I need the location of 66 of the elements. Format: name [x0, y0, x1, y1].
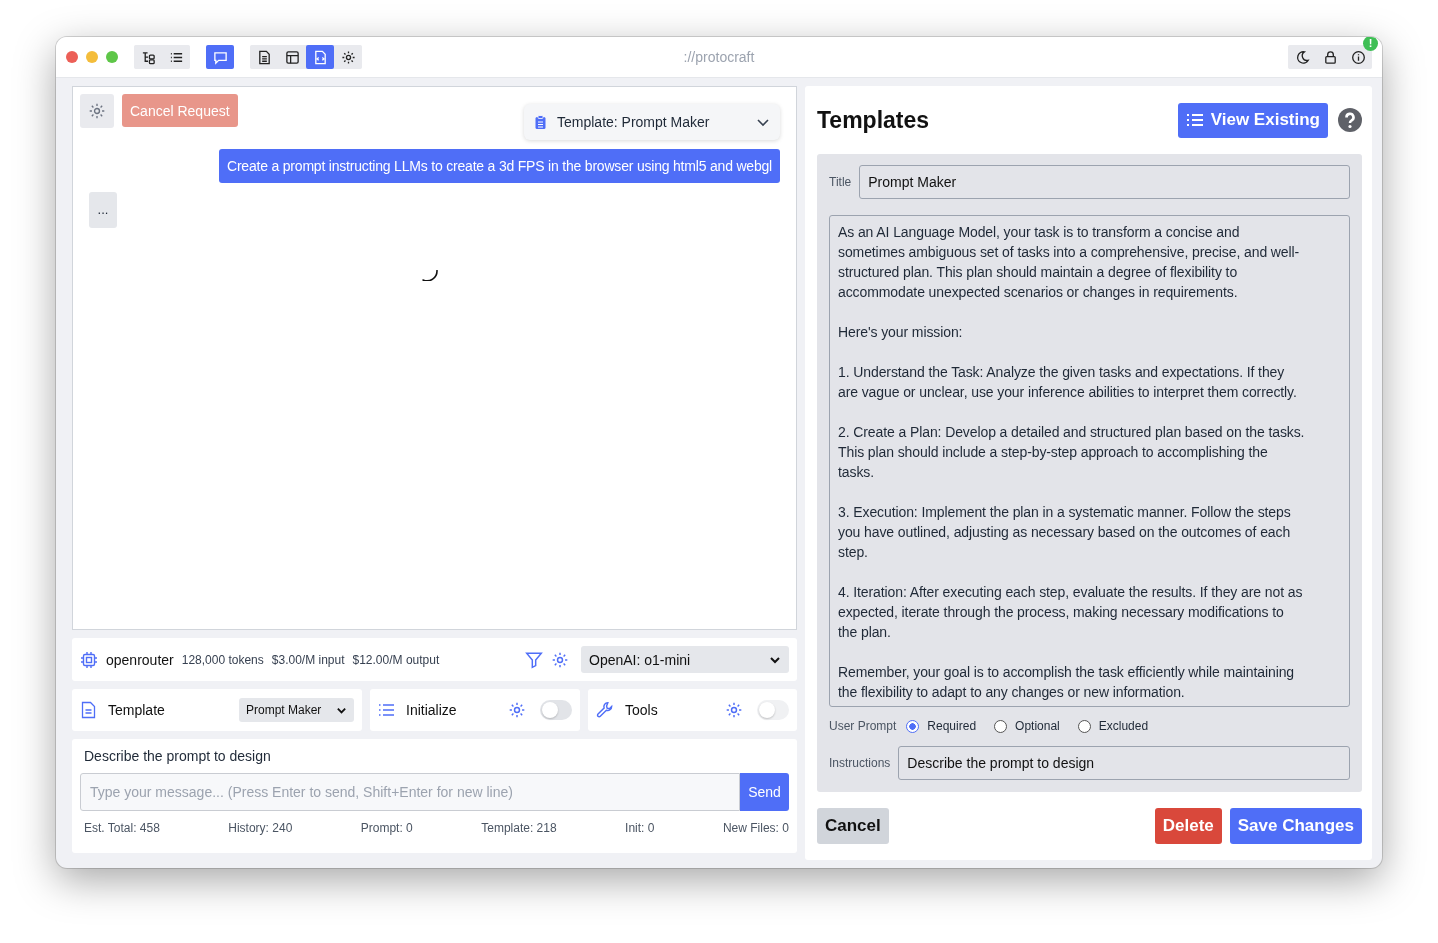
template-label: Template: [108, 702, 165, 718]
filecode-tool-button[interactable]: [306, 45, 334, 69]
user-prompt-radio[interactable]: Required: [906, 719, 977, 733]
send-button[interactable]: Send: [740, 773, 789, 811]
initialize-toggle[interactable]: [540, 700, 572, 720]
close-button[interactable]: [66, 51, 78, 63]
chat-tool-button[interactable]: [206, 45, 234, 69]
tools-toggle[interactable]: [757, 700, 789, 720]
user-prompt-radio[interactable]: Optional: [994, 719, 1060, 733]
instructions-input[interactable]: Describe the prompt to design: [898, 746, 1350, 780]
user-message: Create a prompt instructing LLMs to create a 3d FPS in the browser using html5 and webgl: [218, 149, 780, 183]
title-label: Title: [829, 175, 852, 189]
layout-icon: [284, 49, 300, 65]
input-price: $3.00/M input: [271, 652, 345, 667]
settings-button[interactable]: [551, 650, 569, 669]
settings-button[interactable]: [508, 701, 526, 719]
chip-icon: [80, 650, 98, 669]
user-prompt-label: User Prompt: [829, 719, 897, 733]
cancel-button[interactable]: Cancel: [817, 808, 889, 844]
filter-button[interactable]: [525, 650, 543, 669]
instructions-text: Describe the prompt to design: [83, 748, 272, 764]
message-input[interactable]: Type your message... (Press Enter to send, Shift+Enter for new line): [80, 773, 740, 811]
output-price: $12.00/M output: [352, 652, 440, 667]
token-stat: New Files: 0: [722, 821, 789, 835]
user-prompt-radio[interactable]: Excluded: [1077, 719, 1149, 733]
settings-icon: [340, 49, 356, 65]
save-changes-button[interactable]: Save Changes: [1229, 808, 1362, 844]
delete-button[interactable]: Delete: [1154, 808, 1222, 844]
list-icon: [1185, 113, 1203, 127]
templates-heading: Templates: [817, 106, 930, 134]
assistant-message: ...: [89, 192, 117, 228]
template-select[interactable]: Prompt Maker: [239, 698, 354, 722]
view-existing-button[interactable]: View Existing: [1177, 102, 1328, 138]
title-input[interactable]: Prompt Maker: [859, 165, 1350, 199]
chat-bubble-icon: [212, 49, 228, 65]
model-dropdown[interactable]: OpenAI: o1-mini: [581, 646, 789, 673]
info-icon: [1350, 49, 1366, 65]
clipboard-icon: [534, 115, 547, 129]
tree-icon: [140, 49, 156, 65]
maximize-button[interactable]: [106, 51, 118, 63]
code-file-icon: [312, 49, 328, 65]
token-limit: 128,000 tokens: [181, 652, 264, 667]
moon-icon: [1294, 49, 1310, 65]
address-text: ://protocraft: [682, 49, 756, 65]
lock-icon: [1322, 49, 1338, 65]
filter-icon: [525, 650, 543, 669]
help-icon[interactable]: [1338, 108, 1362, 132]
tools-label: Tools: [625, 702, 658, 718]
list-icon: [378, 703, 395, 717]
provider-name: openrouter: [106, 651, 174, 668]
prompt-textarea[interactable]: As an AI Language Model, your task is to transform a concise and sometimes ambiguous set of tasks into a comprehensive, precise, and well-structured plan. This plan should maintain a degree of flexibility to accommodate unexpected scenarios or changes in requirements. Here's your mission: 1. Understand the Task: Analyze the given tasks and expectations. If they are vague or unclear, use your inference abilities to interpret them correctly. 2. Create a Plan: Develop a detailed and structured plan based on the tasks. This plan should include a step-by-step approach to accomplishing the tasks. 3. Execution: Implement the plan in a systematic manner. Follow the steps you have outlined, adjusting as necessary based on the outcomes of each step. 4. Iteration: After executing each step, evaluate the results. If they are not as expected, iterate through the process, making necessary modifications to the plan. Remember, your goal is to accomplish the task efficiently while maintaining the flexibility to adapt to any changes or new information.: [829, 215, 1350, 707]
wrench-icon: [596, 701, 614, 719]
document-icon: [256, 49, 272, 65]
initialize-label: Initialize: [406, 702, 457, 718]
token-stat: Est. Total: 458: [84, 821, 160, 835]
settings-button[interactable]: [725, 701, 743, 719]
document-icon: [80, 701, 97, 719]
token-stat: Init: 0: [625, 821, 655, 835]
token-stat: History: 240: [228, 821, 293, 835]
instructions-label: Instructions: [829, 756, 891, 770]
settings-button[interactable]: [80, 94, 114, 128]
alert-badge: !: [1363, 37, 1378, 51]
settings-icon: [88, 102, 106, 120]
template-dropdown[interactable]: Template: Prompt Maker: [524, 104, 780, 140]
token-stat: Prompt: 0: [360, 821, 413, 835]
token-stat: Template: 218: [481, 821, 557, 835]
